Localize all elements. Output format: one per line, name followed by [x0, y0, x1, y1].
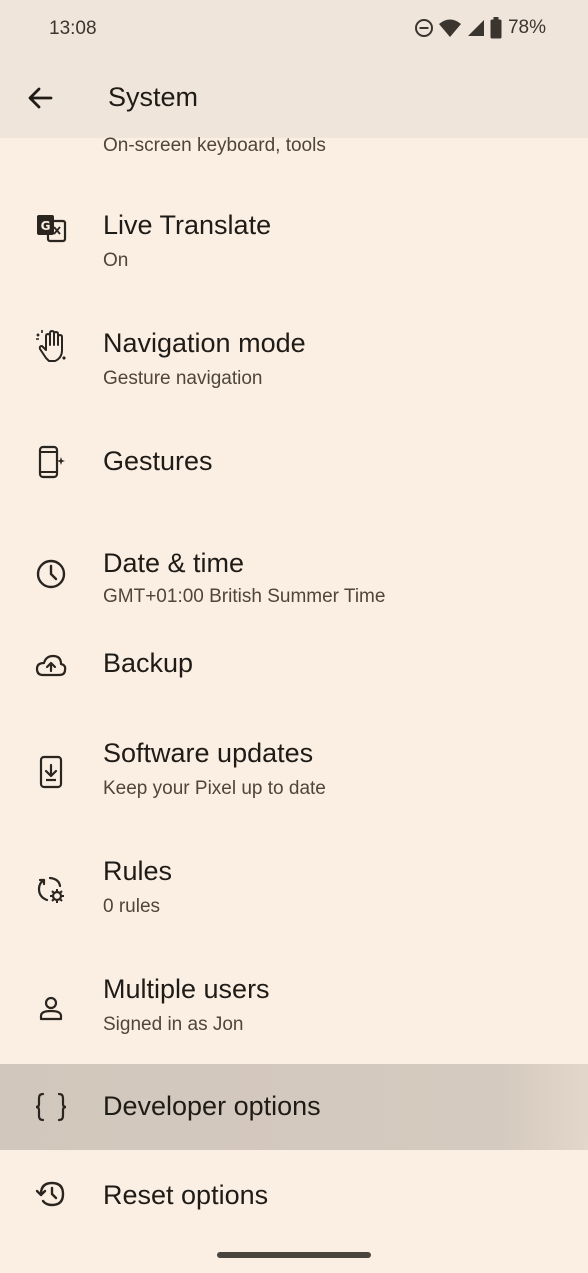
app-bar: System	[0, 58, 588, 138]
list-item-reset-options[interactable]: Reset options	[0, 1152, 588, 1240]
person-icon	[31, 988, 71, 1028]
rules-icon	[31, 870, 71, 910]
item-title: Reset options	[103, 1180, 269, 1210]
cloud-upload-icon	[31, 646, 71, 686]
battery-percent: 78%	[507, 17, 546, 38]
item-subtitle: GMT+01:00 British Summer Time	[103, 586, 386, 607]
item-title: Developer options	[103, 1091, 321, 1121]
status-time: 13:08	[49, 18, 97, 39]
history-icon	[31, 1174, 71, 1214]
item-title: Gestures	[103, 446, 213, 476]
gesture-nav-handle[interactable]	[217, 1252, 371, 1258]
item-title: Date & time	[103, 548, 245, 578]
list-item-multiple-users[interactable]: Multiple users Signed in as Jon	[0, 972, 588, 1062]
item-subtitle: 0 rules	[103, 896, 161, 917]
signal-icon	[466, 18, 486, 38]
wifi-icon	[438, 18, 462, 38]
item-title: Backup	[103, 648, 194, 678]
list-item-gestures[interactable]: Gestures	[0, 406, 588, 516]
list-item-live-translate[interactable]: G Live Translate On	[0, 170, 588, 286]
status-bar: 13:08 78%	[0, 0, 588, 58]
gesture-hand-icon	[31, 326, 71, 366]
item-subtitle: On	[103, 250, 129, 271]
partial-item-subtitle: On-screen keyboard, tools	[103, 135, 326, 156]
do-not-disturb-icon	[414, 18, 434, 38]
item-title: Software updates	[103, 738, 314, 768]
item-subtitle: Gesture navigation	[103, 368, 263, 389]
arrow-back-icon	[26, 84, 54, 117]
list-item-date-time[interactable]: Date & time GMT+01:00 British Summer Tim…	[0, 518, 588, 634]
status-icons: 78%	[414, 17, 546, 39]
list-item-software-updates[interactable]: Software updates Keep your Pixel up to d…	[0, 736, 588, 852]
item-title: Rules	[103, 856, 173, 886]
item-subtitle: Keep your Pixel up to date	[103, 778, 326, 799]
code-braces-icon	[31, 1087, 71, 1127]
list-item-rules[interactable]: Rules 0 rules	[0, 854, 588, 970]
item-title: Navigation mode	[103, 328, 306, 358]
svg-text:G: G	[41, 219, 51, 233]
item-title: Live Translate	[103, 210, 272, 240]
list-item-backup[interactable]: Backup	[0, 636, 588, 746]
list-item-navigation-mode[interactable]: Navigation mode Gesture navigation	[0, 288, 588, 404]
back-button[interactable]	[18, 78, 62, 122]
list-item-developer-options[interactable]: Developer options	[0, 1064, 588, 1150]
item-title: Multiple users	[103, 974, 270, 1004]
translate-icon: G	[31, 208, 71, 248]
battery-icon	[490, 17, 502, 39]
page-title: System	[108, 82, 199, 112]
item-subtitle: Signed in as Jon	[103, 1014, 244, 1035]
phone-gesture-icon	[31, 442, 71, 482]
clock-icon	[31, 554, 71, 594]
system-update-icon	[31, 752, 71, 792]
